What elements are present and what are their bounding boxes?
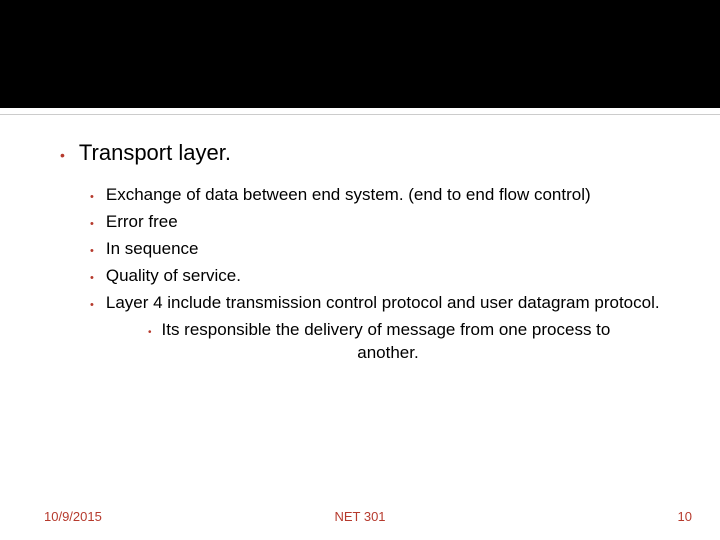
bullet-dot-icon: • <box>90 246 94 257</box>
divider <box>0 114 720 115</box>
bullet-dot-icon: • <box>90 192 94 203</box>
bullet-level3: • Its responsible the delivery of messag… <box>148 319 690 365</box>
list-item-text: Quality of service. <box>106 265 241 288</box>
list-item: • In sequence <box>90 238 690 261</box>
list-item: • Exchange of data between end system. (… <box>90 184 690 207</box>
bullet-dot-icon: • <box>90 300 94 311</box>
bullet-dot-icon: • <box>90 219 94 230</box>
list-item-text: In sequence <box>106 238 199 261</box>
list-item-text: Layer 4 include transmission control pro… <box>106 292 660 315</box>
list-item: • Quality of service. <box>90 265 690 288</box>
bullet-dot-icon: • <box>90 273 94 284</box>
footer-course: NET 301 <box>334 509 385 524</box>
list-item: • Layer 4 include transmission control p… <box>90 292 690 315</box>
bullet-level3-text-line2: another. <box>357 343 418 362</box>
bullet-level1: • Transport layer. <box>60 140 690 166</box>
bullet-dot-icon: • <box>60 148 65 162</box>
list-item-text: Exchange of data between end system. (en… <box>106 184 591 207</box>
title-band <box>0 0 720 108</box>
bullet-level2-list: • Exchange of data between end system. (… <box>90 184 690 365</box>
content-area: • Transport layer. • Exchange of data be… <box>60 140 690 365</box>
footer-date: 10/9/2015 <box>44 509 102 524</box>
list-item-text: Error free <box>106 211 178 234</box>
bullet-level3-text-line1: Its responsible the delivery of message … <box>162 319 611 342</box>
list-item: • Error free <box>90 211 690 234</box>
bullet-level1-text: Transport layer. <box>79 140 231 166</box>
slide: • Transport layer. • Exchange of data be… <box>0 0 720 540</box>
bullet-dot-icon: • <box>148 328 152 338</box>
footer-page-number: 10 <box>678 509 692 524</box>
